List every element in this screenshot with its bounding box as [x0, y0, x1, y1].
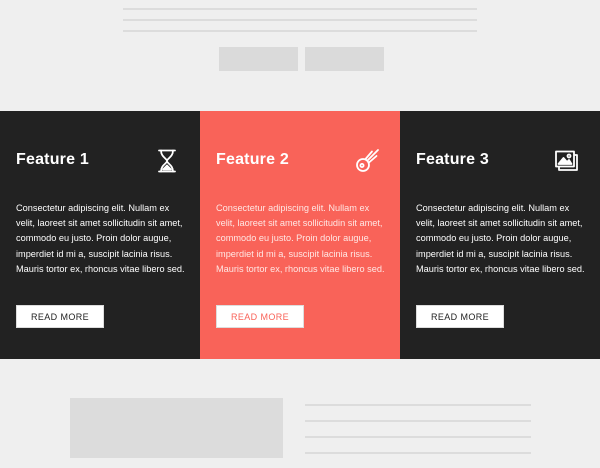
placeholder-line: [305, 452, 531, 454]
comet-icon: [354, 148, 380, 174]
placeholder-line: [123, 19, 477, 21]
read-more-button[interactable]: READ MORE: [416, 305, 504, 328]
hourglass-icon: [154, 148, 180, 174]
placeholder-line: [123, 8, 477, 10]
feature-description: Consectetur adipiscing elit. Nullam ex v…: [216, 203, 385, 274]
placeholder-line: [305, 404, 531, 406]
feature-card-2: Feature 2 Consectetur adipiscing elit. N…: [200, 111, 400, 359]
placeholder-line: [123, 30, 477, 32]
feature-card-3: Feature 3 Consectetur adipiscing elit. N…: [400, 111, 600, 359]
read-more-button[interactable]: READ MORE: [216, 305, 304, 328]
page: Feature 1 Consectetur adipiscing elit. N…: [0, 0, 600, 458]
read-more-button[interactable]: READ MORE: [16, 305, 104, 328]
features-section: Feature 1 Consectetur adipiscing elit. N…: [0, 111, 600, 359]
top-text-placeholder: [123, 8, 477, 41]
image-placeholder: [70, 398, 283, 458]
feature-title: Feature 2: [216, 151, 289, 168]
top-button-placeholders: [219, 47, 384, 71]
feature-description: Consectetur adipiscing elit. Nullam ex v…: [16, 203, 185, 274]
bottom-text-placeholder: [305, 404, 531, 468]
feature-title: Feature 3: [416, 151, 489, 168]
feature-title: Feature 1: [16, 151, 89, 168]
placeholder-button[interactable]: [219, 47, 298, 71]
feature-card-1: Feature 1 Consectetur adipiscing elit. N…: [0, 111, 200, 359]
placeholder-button[interactable]: [305, 47, 384, 71]
placeholder-line: [305, 436, 531, 438]
photos-icon: [554, 148, 580, 174]
feature-description: Consectetur adipiscing elit. Nullam ex v…: [416, 203, 585, 274]
placeholder-line: [305, 420, 531, 422]
